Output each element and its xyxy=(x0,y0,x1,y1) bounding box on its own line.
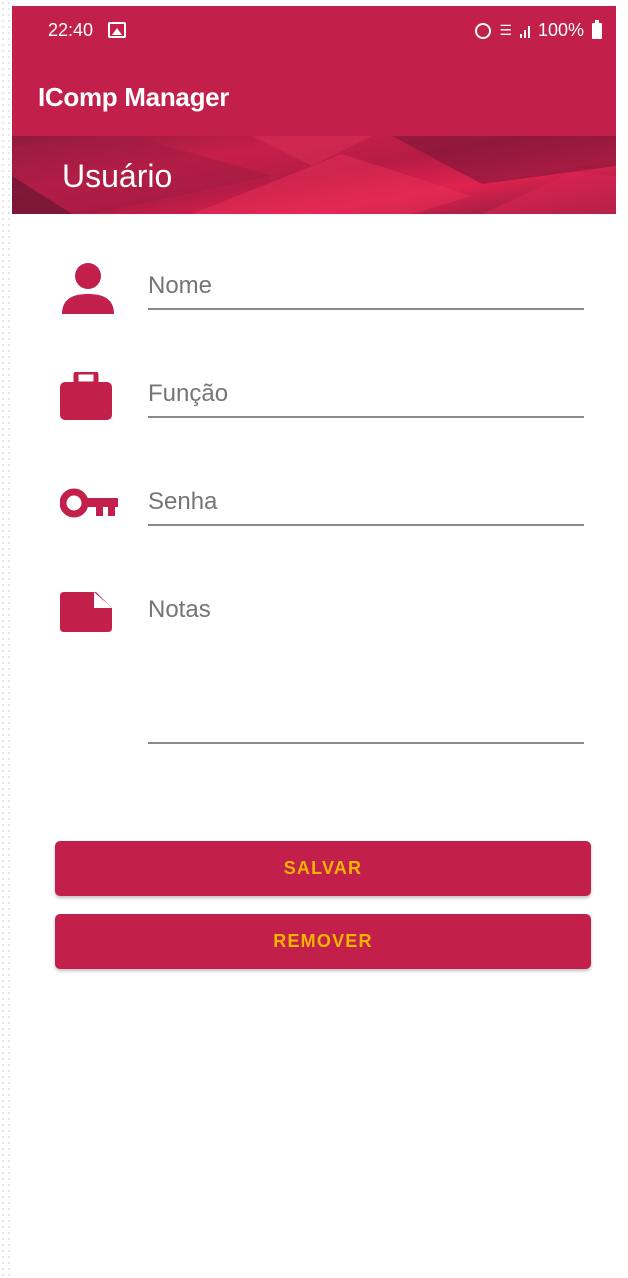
briefcase-icon xyxy=(60,372,112,420)
remove-button[interactable]: REMOVER xyxy=(55,914,591,969)
background-pattern xyxy=(0,0,12,1278)
senha-underline xyxy=(148,524,584,526)
app-screen: 22:40 ☰ 100% IComp Manager Usuário Nome … xyxy=(12,6,616,1278)
note-icon xyxy=(60,592,112,632)
battery-icon xyxy=(592,19,602,39)
wifi-icon: ☰ xyxy=(499,22,512,38)
person-icon xyxy=(62,263,114,314)
page-heading: Usuário xyxy=(62,158,173,194)
battery-percent: 100% xyxy=(537,20,584,40)
save-button[interactable]: SALVAR xyxy=(55,841,591,896)
funcao-underline xyxy=(148,416,584,418)
image-icon xyxy=(108,22,126,38)
nome-underline xyxy=(148,308,584,310)
app-bar: IComp Manager xyxy=(12,56,616,136)
notas-underline xyxy=(148,742,584,744)
status-icons: ☰ 100% xyxy=(475,19,602,41)
signal-icon xyxy=(519,24,530,38)
status-bar: 22:40 ☰ 100% xyxy=(12,6,616,56)
senha-input[interactable] xyxy=(148,488,584,516)
app-title: IComp Manager xyxy=(38,82,230,112)
notas-input[interactable] xyxy=(148,596,584,624)
key-icon xyxy=(60,488,118,518)
alarm-icon xyxy=(475,22,492,39)
funcao-input[interactable] xyxy=(148,380,584,408)
status-time: 22:40 xyxy=(48,20,94,40)
header-banner: Usuário xyxy=(12,136,616,214)
nome-input[interactable] xyxy=(148,272,584,300)
